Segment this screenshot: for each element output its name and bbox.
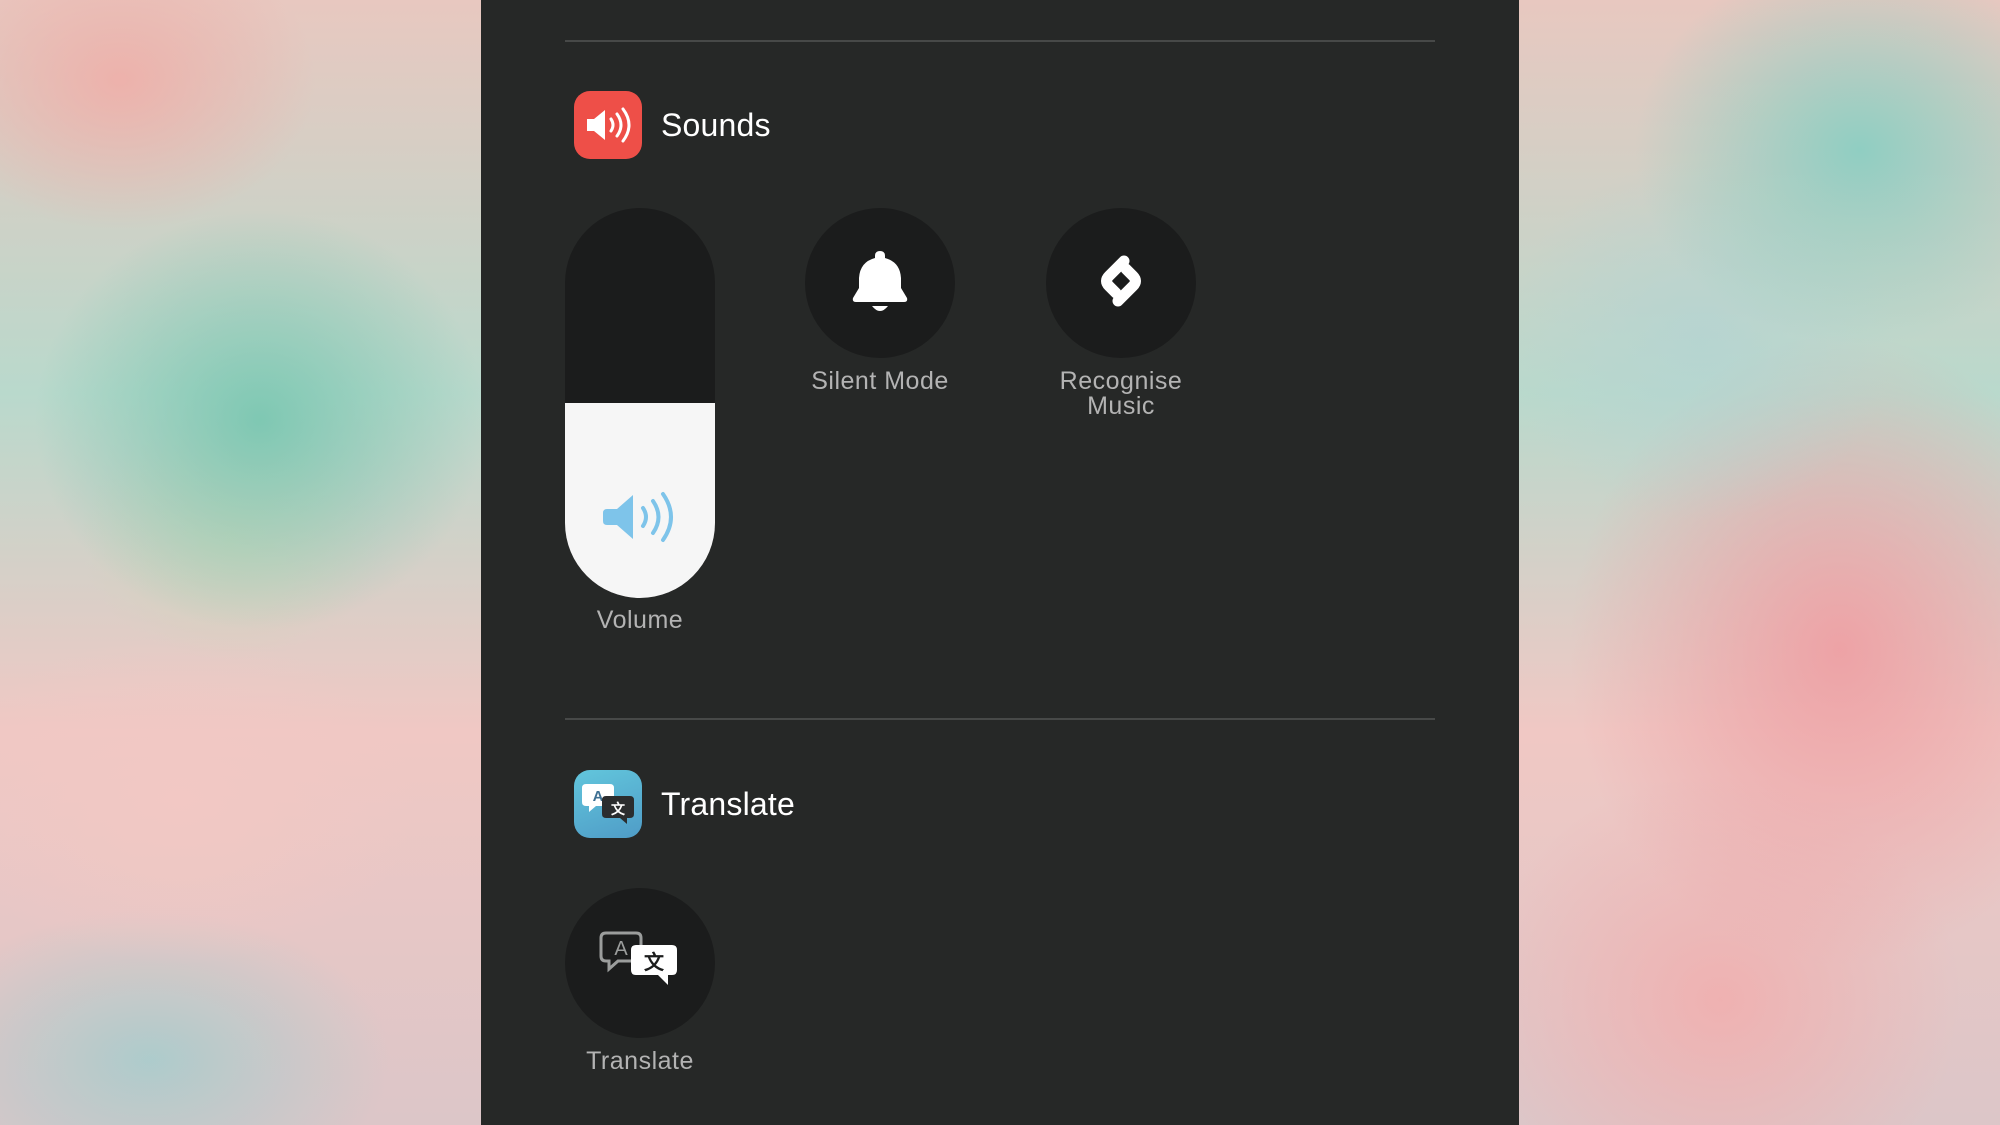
speaker-icon bbox=[603, 489, 679, 550]
shazam-icon bbox=[1083, 243, 1159, 324]
translate-label: Translate bbox=[586, 1047, 694, 1075]
svg-text:文: 文 bbox=[644, 950, 665, 974]
control-center-panel: Sounds Volume Silent Mode Recognise Musi… bbox=[481, 0, 1519, 1125]
translate-section-header: A 文 Translate bbox=[574, 770, 795, 838]
translate-section-title: Translate bbox=[661, 785, 796, 822]
volume-slider[interactable] bbox=[565, 208, 715, 598]
volume-label: Volume bbox=[596, 606, 684, 634]
section-divider bbox=[565, 718, 1435, 720]
translate-bubbles-icon: A 文 bbox=[598, 929, 682, 998]
recognise-music-button[interactable] bbox=[1046, 208, 1196, 358]
translate-button[interactable]: A 文 bbox=[565, 888, 715, 1038]
svg-text:A: A bbox=[593, 788, 604, 805]
bell-icon bbox=[850, 248, 910, 319]
sounds-section-title: Sounds bbox=[661, 106, 771, 143]
svg-text:A: A bbox=[614, 938, 628, 960]
speaker-wave-icon bbox=[574, 91, 642, 159]
sounds-section-header: Sounds bbox=[574, 91, 771, 159]
silent-mode-label: Silent Mode bbox=[811, 367, 949, 395]
silent-mode-button[interactable] bbox=[805, 208, 955, 358]
recognise-music-label: Recognise Music bbox=[1059, 367, 1183, 420]
translate-bubbles-icon: A 文 bbox=[574, 770, 642, 838]
svg-text:文: 文 bbox=[611, 801, 626, 818]
section-divider bbox=[565, 40, 1435, 42]
